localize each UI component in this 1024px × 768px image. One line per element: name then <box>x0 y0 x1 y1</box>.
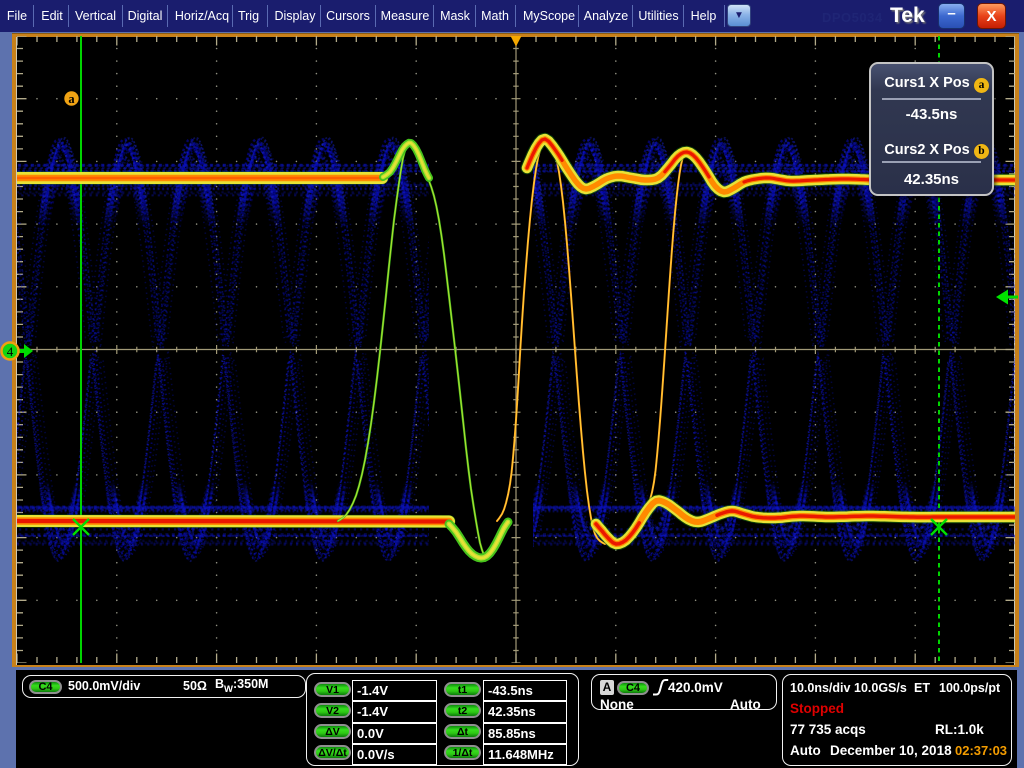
svg-text:a: a <box>68 92 75 106</box>
svg-text:4: 4 <box>7 344 14 359</box>
